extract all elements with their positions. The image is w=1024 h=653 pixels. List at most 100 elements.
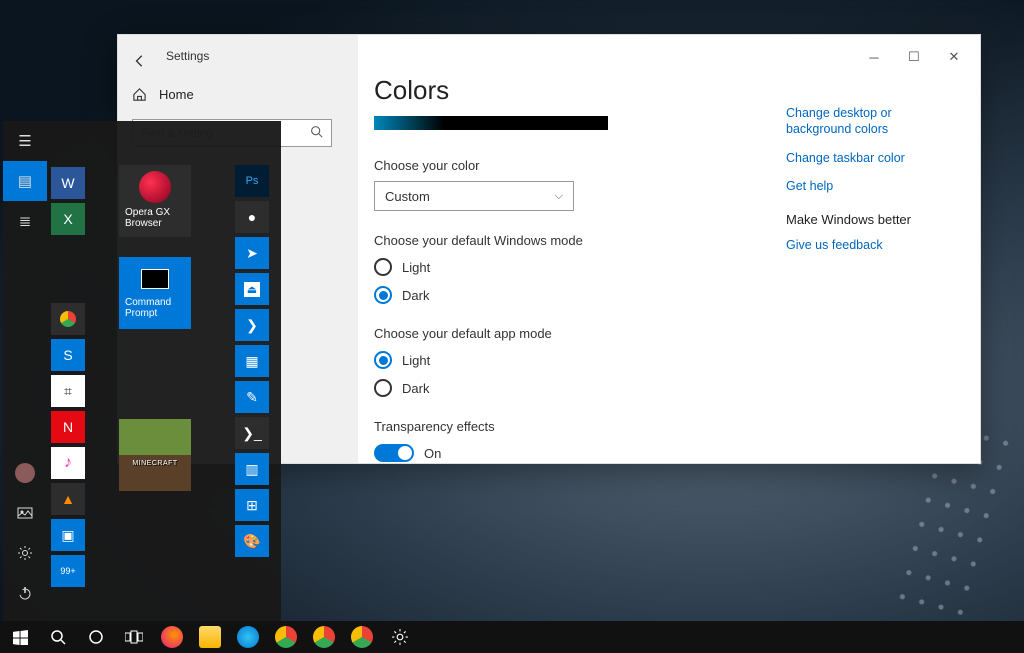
- start-tiles-col1: W X S ⌗ N ♪ ▲ ▣ 99+: [51, 167, 87, 587]
- hamburger-button[interactable]: ☰: [3, 121, 47, 161]
- better-header: Make Windows better: [786, 212, 956, 227]
- color-dropdown[interactable]: Custom ⌵: [374, 181, 574, 211]
- link-feedback[interactable]: Give us feedback: [786, 237, 956, 253]
- tile-netflix[interactable]: N: [51, 411, 85, 443]
- tile-app3[interactable]: ▦: [235, 345, 269, 377]
- taskbar-settings[interactable]: [384, 622, 416, 652]
- app-mode-light[interactable]: Light: [374, 351, 972, 369]
- window-controls: ─ ☐ ✕: [854, 43, 974, 71]
- maximize-button[interactable]: ☐: [894, 43, 934, 71]
- start-menu: ☰ ▤ ≣ W X S ⌗ N ♪ ▲ ▣ 99+: [3, 121, 281, 621]
- cortana-icon: [88, 629, 104, 645]
- folder-icon: [199, 626, 221, 648]
- tile-calculator[interactable]: ⊞: [235, 489, 269, 521]
- home-nav-item[interactable]: Home: [132, 87, 194, 102]
- tile-folder[interactable]: ▣: [51, 519, 85, 551]
- user-account-button[interactable]: [3, 453, 47, 493]
- windows-icon: [13, 630, 28, 645]
- chrome-icon: [313, 626, 335, 648]
- tile-excel[interactable]: X: [51, 203, 85, 235]
- home-label: Home: [159, 87, 194, 102]
- tile-vlc[interactable]: ▲: [51, 483, 85, 515]
- chrome-icon: [60, 311, 76, 327]
- tile-powershell[interactable]: ❯: [235, 309, 269, 341]
- radio-label: Light: [402, 260, 430, 275]
- minimize-button[interactable]: ─: [854, 43, 894, 71]
- radio-icon: [374, 286, 392, 304]
- radio-label: Dark: [402, 381, 429, 396]
- cortana-button[interactable]: [80, 622, 112, 652]
- chevron-down-icon: ⌵: [555, 190, 563, 203]
- settings-button[interactable]: [3, 533, 47, 573]
- home-icon: [132, 87, 147, 102]
- windows-mode-dark[interactable]: Dark: [374, 286, 972, 304]
- taskbar-chrome-3[interactable]: [346, 622, 378, 652]
- transparency-toggle[interactable]: [374, 444, 414, 462]
- start-tiles-mid: Opera GX Browser Command Prompt: [119, 165, 203, 491]
- all-apps-button[interactable]: ≣: [3, 201, 47, 241]
- radio-icon: [374, 351, 392, 369]
- tile-opera-gx[interactable]: Opera GX Browser: [119, 165, 191, 237]
- tile-label: Opera GX Browser: [125, 207, 170, 229]
- window-title: Settings: [166, 49, 209, 63]
- tile-terminal[interactable]: ❯_: [235, 417, 269, 449]
- tile-label: Command Prompt: [125, 297, 171, 319]
- chrome-icon: [351, 626, 373, 648]
- settings-content-pane: ─ ☐ ✕ Colors Choose your color Custom ⌵ …: [358, 35, 980, 463]
- link-change-desktop[interactable]: Change desktop or background colors: [786, 105, 956, 138]
- color-value: Custom: [385, 189, 430, 204]
- search-icon: [50, 629, 66, 645]
- tile-word[interactable]: W: [51, 167, 85, 199]
- start-button[interactable]: [4, 622, 36, 652]
- search-icon: [310, 125, 323, 141]
- page-title: Colors: [374, 75, 972, 106]
- taskbar-explorer[interactable]: [194, 622, 226, 652]
- link-change-taskbar[interactable]: Change taskbar color: [786, 150, 956, 166]
- tile-command-prompt[interactable]: Command Prompt: [119, 257, 191, 329]
- taskbar-edge[interactable]: [232, 622, 264, 652]
- edge-icon: [237, 626, 259, 648]
- tile-notes[interactable]: ▥: [235, 453, 269, 485]
- radio-label: Dark: [402, 288, 429, 303]
- taskbar-chrome[interactable]: [270, 622, 302, 652]
- color-preview: [374, 116, 608, 130]
- taskbar-firefox[interactable]: [156, 622, 188, 652]
- avatar-icon: [15, 463, 35, 483]
- tile-itunes[interactable]: ♪: [51, 447, 85, 479]
- radio-icon: [374, 379, 392, 397]
- close-button[interactable]: ✕: [934, 43, 974, 71]
- tile-minecraft[interactable]: [119, 419, 191, 491]
- tile-photoshop[interactable]: Ps: [235, 165, 269, 197]
- tile-store[interactable]: ⏏: [235, 273, 269, 305]
- cmd-icon: [141, 269, 169, 289]
- back-button[interactable]: [126, 47, 154, 75]
- store-icon: ⏏: [244, 282, 260, 297]
- power-button[interactable]: [3, 573, 47, 613]
- search-button[interactable]: [42, 622, 74, 652]
- vlc-icon: ▲: [61, 491, 75, 507]
- app-mode-dark[interactable]: Dark: [374, 379, 972, 397]
- taskview-button[interactable]: [118, 622, 150, 652]
- tile-app2[interactable]: ➤: [235, 237, 269, 269]
- tile-skype[interactable]: S: [51, 339, 85, 371]
- taskbar-chrome-2[interactable]: [308, 622, 340, 652]
- gear-icon: [17, 545, 33, 561]
- pictures-button[interactable]: [3, 493, 47, 533]
- tile-slack[interactable]: ⌗: [51, 375, 85, 407]
- app-mode-label: Choose your default app mode: [374, 326, 972, 341]
- start-rail: ☰ ▤ ≣: [3, 121, 47, 621]
- tile-paint[interactable]: 🎨: [235, 525, 269, 557]
- transparency-label: Transparency effects: [374, 419, 972, 434]
- tile-more[interactable]: 99+: [51, 555, 85, 587]
- radio-icon: [374, 258, 392, 276]
- pictures-icon: [17, 505, 33, 521]
- pinned-view-button[interactable]: ▤: [3, 161, 47, 201]
- arrow-left-icon: [133, 54, 147, 68]
- tile-app1[interactable]: ●: [235, 201, 269, 233]
- tile-app4[interactable]: ✎: [235, 381, 269, 413]
- power-icon: [17, 585, 33, 601]
- link-get-help[interactable]: Get help: [786, 178, 956, 194]
- related-links: Change desktop or background colors Chan…: [786, 105, 956, 265]
- gear-icon: [391, 628, 409, 646]
- tile-chrome[interactable]: [51, 303, 85, 335]
